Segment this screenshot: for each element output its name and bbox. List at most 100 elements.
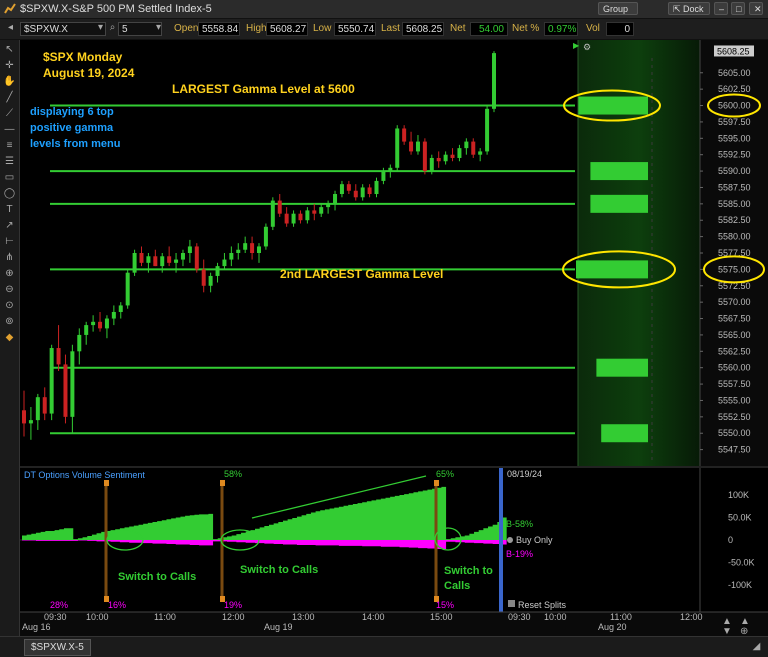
candle-body [146, 256, 151, 263]
bullish-percent-label: B-58% [506, 519, 533, 529]
price-tick-label: 5567.50 [718, 314, 751, 324]
sentiment-tick-label: -50.0K [728, 558, 755, 568]
annotation-info-line2: positive gamma [30, 122, 114, 134]
candle-body [388, 167, 393, 172]
candle-body [243, 243, 248, 250]
candle-body [395, 128, 400, 168]
switch-label-3a: Switch to [444, 565, 493, 577]
switch-label-1: Switch to Calls [118, 571, 196, 583]
chart-tab[interactable]: $SPXW.X-5 [24, 639, 91, 656]
price-tick-label: 5550.00 [718, 428, 751, 438]
time-axis-label: 13:00 [292, 612, 315, 622]
price-tick-label: 5585.00 [718, 199, 751, 209]
price-tick-label: 5555.00 [718, 395, 751, 405]
candle-body [22, 410, 26, 424]
reset-splits-label: Reset Splits [518, 600, 567, 610]
candle-body [436, 157, 441, 162]
candle-body [91, 321, 96, 326]
candle-body [257, 246, 261, 253]
price-panel[interactable]: 5605.00 5602.50 5600.00 5597.50 5595.00 5592.… [20, 40, 768, 466]
sentiment-panel[interactable]: 100K 50.0K 0 -50.0K -100K DT Options Volume S… [20, 466, 768, 612]
gamma-level-bar [578, 96, 648, 115]
time-axis-label: 10:00 [86, 612, 109, 622]
price-tick-label: 5600.00 [718, 101, 751, 111]
candle-body [63, 364, 68, 417]
time-axis-label: 10:00 [544, 612, 567, 622]
candle-body [360, 187, 365, 198]
candle-body [270, 200, 275, 227]
price-tick-label: 5587.50 [718, 182, 751, 192]
sentiment-date-label: 08/19/24 [507, 469, 542, 479]
candle-body [167, 256, 172, 263]
candle-body [132, 253, 137, 273]
gamma-level-bar [590, 162, 648, 181]
candle-body [457, 148, 462, 158]
candle-body [208, 275, 213, 286]
candle-body [450, 154, 455, 158]
candle-body [333, 194, 338, 204]
time-axis-label: 09:30 [508, 612, 531, 622]
candle-body [284, 213, 289, 224]
candle-body [42, 397, 47, 414]
annotation-title-line1: $SPX Monday [43, 50, 123, 64]
price-tick-label: 5552.50 [718, 412, 751, 422]
price-tick-label: 5562.50 [718, 346, 751, 356]
candle-body [250, 243, 255, 253]
price-tick-label: 5580.00 [718, 232, 751, 242]
price-tick-label: 5582.50 [718, 215, 751, 225]
time-axis: Aug 1609:30 10:00 11:00 12:00Aug 1913:00 14:… [20, 611, 768, 637]
time-axis-background [20, 612, 768, 637]
time-axis-label: Aug 19 [264, 622, 293, 632]
buy-only-label: Buy Only [516, 535, 553, 545]
time-axis-label: Aug 16 [22, 622, 51, 632]
chart-canvas[interactable]: 5605.00 5602.50 5600.00 5597.50 5595.00 5592.… [0, 0, 768, 657]
candle-body [222, 259, 227, 267]
candle-body [118, 305, 123, 312]
annotation-info-line3: levels from menu [30, 138, 120, 150]
sentiment-tick-label: 0 [728, 535, 733, 545]
session-divider-cap [220, 480, 225, 486]
price-tick-label: 5547.50 [718, 445, 751, 455]
sentiment-tick-label: 100K [728, 490, 749, 500]
price-tick-label: 5597.50 [718, 117, 751, 127]
candle-body [319, 207, 324, 214]
candle-body [478, 151, 483, 155]
session-bottom-percent: 15% [436, 600, 454, 610]
price-tick-label: 5560.00 [718, 363, 751, 373]
candle-body [153, 256, 158, 267]
last-price-label: 5608.25 [717, 46, 750, 56]
candle-body [174, 259, 179, 263]
candle-body [312, 210, 317, 214]
candle-body [326, 203, 331, 208]
candle-body [35, 397, 40, 421]
candle-body [28, 420, 33, 424]
candle-body [291, 213, 296, 224]
candle-body [339, 184, 344, 195]
annotation-largest-gamma: LARGEST Gamma Level at 5600 [172, 82, 355, 96]
current-bar-marker [499, 468, 503, 612]
candle-body [367, 187, 372, 195]
candle-body [381, 171, 386, 181]
candle-body [353, 190, 358, 198]
gamma-level-bar [601, 424, 648, 443]
candle-body [98, 321, 103, 329]
candle-body [471, 141, 476, 155]
settings-gear-icon: ⚙ [583, 42, 591, 52]
candle-body [180, 253, 185, 260]
session-bottom-percent: 16% [108, 600, 126, 610]
time-axis-label: 12:00 [680, 612, 703, 622]
candle-body [429, 157, 434, 172]
candle-body [139, 253, 144, 263]
price-tick-label: 5575.00 [718, 264, 751, 274]
candle-body [84, 325, 89, 335]
time-axis-label: 11:00 [610, 612, 632, 622]
status-bar: $SPXW.X-5 ◢ [0, 636, 768, 657]
candle-body [77, 334, 82, 352]
price-tick-label: 5592.50 [718, 150, 751, 160]
candle-body [160, 256, 165, 267]
session-divider-cap [434, 480, 439, 486]
resize-grip-icon[interactable]: ◢ [750, 641, 763, 653]
annotation-info-line1: displaying 6 top [30, 106, 114, 118]
candle-body [298, 213, 303, 221]
candle-body [485, 108, 490, 152]
